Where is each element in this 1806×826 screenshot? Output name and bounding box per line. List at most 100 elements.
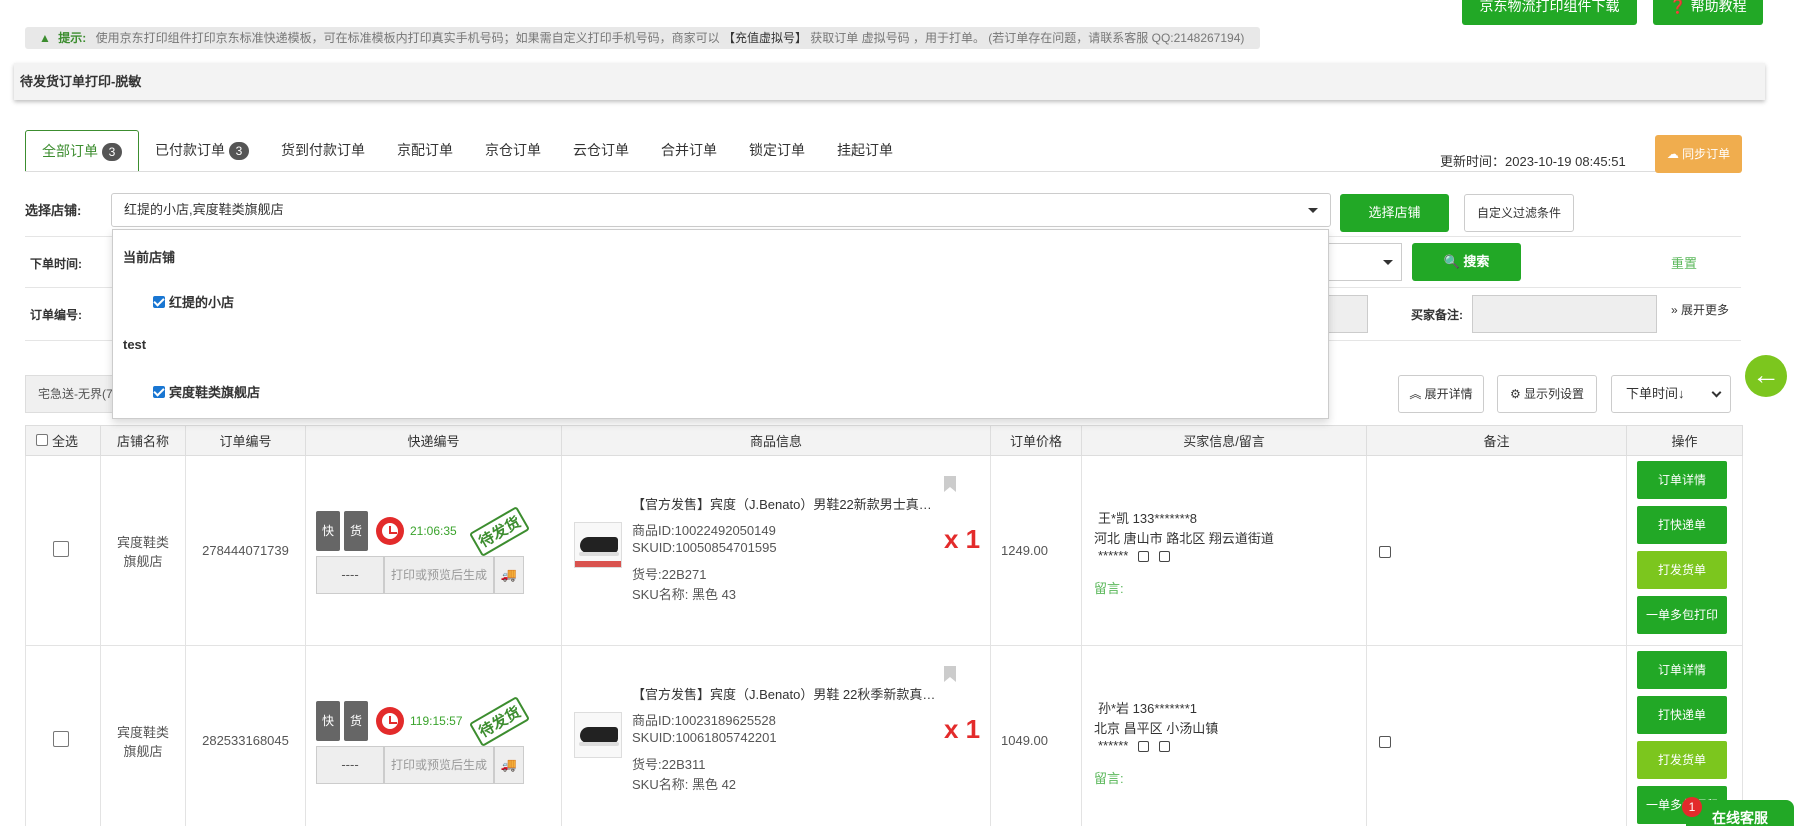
buyer-masked: ****** (1098, 548, 1170, 563)
remark-cell (1366, 455, 1627, 646)
print-shipping-button[interactable]: 打发货单 (1637, 551, 1727, 589)
express-tag: 快 (316, 701, 340, 741)
buyer-remark-input[interactable] (1472, 295, 1657, 333)
tracking-dash-field[interactable]: ---- (316, 746, 384, 784)
tab-all-orders[interactable]: 全部订单 3 (25, 130, 139, 172)
checkbox-checked-icon[interactable] (153, 385, 165, 398)
tracking-dash-field[interactable]: ---- (316, 556, 384, 594)
orders-table: 全选 店铺名称 订单编号 快递编号 商品信息 订单价格 买家信息/留言 备注 操… (25, 425, 1743, 826)
product-title[interactable]: 【官方发售】宾度（J.Benato）男鞋22新款男士真皮皮鞋 (632, 494, 942, 513)
alarm-clock-icon (376, 517, 404, 545)
header-order-price: 订单价格 (990, 425, 1082, 456)
express-filter-select[interactable]: 宅急送-无界(7 (25, 375, 125, 413)
goods-tag: 货 (344, 701, 368, 741)
edit-remark-icon[interactable] (1379, 546, 1391, 558)
buyer-address: 北京 昌平区 小汤山镇 (1094, 721, 1219, 736)
truck-icon[interactable]: 🚚 (494, 556, 524, 594)
question-circle-icon: ❓ (1669, 0, 1687, 14)
sync-orders-label: 同步订单 (1682, 147, 1731, 161)
pending-shipment-stamp: 待发货 (468, 696, 531, 747)
header-select-all[interactable]: 全选 (25, 425, 101, 456)
search-icon: 🔍 (1443, 254, 1460, 269)
order-detail-button[interactable]: 订单详情 (1637, 651, 1727, 689)
product-thumbnail[interactable] (574, 712, 622, 758)
sku-id: SKUID:10050854701595 (632, 540, 777, 555)
reset-link[interactable]: 重置 (1671, 253, 1697, 272)
sort-select-value: 下单时间↓ (1626, 386, 1685, 401)
count-badge: 3 (102, 143, 122, 161)
masked-text: ****** (1098, 738, 1129, 753)
header-buyer-info: 买家信息/留言 (1081, 425, 1367, 456)
select-all-checkbox[interactable] (36, 434, 48, 446)
bookmark-icon[interactable] (944, 476, 956, 492)
tab-cloud-warehouse-orders[interactable]: 云仓订单 (557, 130, 645, 172)
dropdown-option-bindu-shop[interactable]: 宾度鞋类旗舰店 (153, 382, 260, 401)
tip-bar: ▲ 提示: 使用京东打印组件打印京东标准快递模板，可在标准模板内打印真实手机号码… (25, 27, 1260, 49)
custom-filter-button[interactable]: 自定义过滤条件 (1464, 194, 1574, 232)
order-detail-button[interactable]: 订单详情 (1637, 461, 1727, 499)
edit-icon[interactable] (1137, 741, 1149, 753)
pending-shipment-stamp: 待发货 (468, 506, 531, 557)
cloud-download-icon: ☁ (1666, 147, 1679, 161)
online-service-button[interactable]: 在线客服 (1686, 800, 1794, 826)
tracking-cell: 快 货 21:06:35 待发货 ---- 打印或预览后生成 🚚 (305, 455, 562, 646)
help-tutorial-label: 帮助教程 (1690, 0, 1747, 14)
help-tutorial-button[interactable]: ❓ 帮助教程 (1653, 0, 1763, 25)
print-express-button[interactable]: 打快递单 (1637, 506, 1727, 544)
back-arrow-icon[interactable]: ← (1745, 355, 1787, 397)
expand-details-button[interactable]: ︽ 展开详情 (1398, 375, 1484, 413)
print-express-button[interactable]: 打快递单 (1637, 696, 1727, 734)
buyer-message-label: 留言: (1094, 771, 1124, 786)
goods-tag: 货 (344, 511, 368, 551)
update-time: 更新时间：2023-10-19 08:45:51 (1440, 154, 1626, 169)
copy-icon[interactable] (1158, 741, 1170, 753)
caret-down-icon (1308, 208, 1318, 213)
tab-merged-orders[interactable]: 合并订单 (645, 130, 733, 172)
row-select-cell (25, 645, 101, 826)
jd-component-download-button[interactable]: 京东物流打印组件下载 (1462, 0, 1637, 25)
tab-label: 已付款订单 (155, 142, 225, 158)
header-order-no: 订单编号 (185, 425, 306, 456)
product-title[interactable]: 【官方发售】宾度（J.Benato）男鞋 22秋季新款真皮休闲鞋 (632, 684, 942, 703)
tab-locked-orders[interactable]: 锁定订单 (733, 130, 821, 172)
dropdown-group-test: test (123, 337, 147, 352)
dropdown-option-hongti-shop[interactable]: 红提的小店 (153, 292, 234, 311)
print-shipping-button[interactable]: 打发货单 (1637, 741, 1727, 779)
tracking-no-field[interactable]: 打印或预览后生成 (384, 556, 494, 594)
multi-package-print-button[interactable]: 一单多包打印 (1637, 596, 1727, 634)
option-label: 宾度鞋类旗舰店 (169, 385, 261, 400)
bookmark-icon[interactable] (944, 666, 956, 682)
sort-select[interactable]: 下单时间↓ (1611, 375, 1731, 413)
truck-icon[interactable]: 🚚 (494, 746, 524, 784)
product-thumbnail[interactable] (574, 522, 622, 568)
checkbox-checked-icon[interactable] (153, 295, 165, 308)
tab-paid-orders[interactable]: 已付款订单 3 (139, 130, 265, 172)
shop-select[interactable]: 红提的小店,宾度鞋类旗舰店 (111, 193, 1331, 227)
copy-icon[interactable] (1158, 551, 1170, 563)
choose-shop-button[interactable]: 选择店铺 (1340, 194, 1449, 232)
double-chevron-down-icon: » (1671, 303, 1678, 317)
quantity: x 1 (944, 714, 981, 744)
tracking-no-field[interactable]: 打印或预览后生成 (384, 746, 494, 784)
option-label: 红提的小店 (169, 295, 235, 310)
countdown-timer: 21:06:35 (410, 524, 457, 538)
quantity: x 1 (944, 524, 981, 554)
header-shop-name: 店铺名称 (100, 425, 186, 456)
tab-cod-orders[interactable]: 货到付款订单 (265, 130, 381, 172)
expand-more-link[interactable]: » 展开更多 (1671, 301, 1729, 318)
sku-name: SKU名称: 黑色 43 (632, 587, 737, 602)
tab-jd-delivery-orders[interactable]: 京配订单 (381, 130, 469, 172)
edit-icon[interactable] (1137, 551, 1149, 563)
row-checkbox[interactable] (53, 731, 69, 747)
price-cell: 1049.00 (990, 645, 1082, 826)
row-checkbox[interactable] (53, 541, 69, 557)
sync-orders-button[interactable]: ☁ 同步订单 (1655, 135, 1742, 173)
edit-remark-icon[interactable] (1379, 736, 1391, 748)
buyer-message-label: 留言: (1094, 581, 1124, 596)
tab-jd-warehouse-orders[interactable]: 京仓订单 (469, 130, 557, 172)
tab-suspended-orders[interactable]: 挂起订单 (821, 130, 909, 172)
shop-select-value: 红提的小店,宾度鞋类旗舰店 (124, 202, 284, 217)
tip-highlight-link[interactable]: 【充值虚拟号】 (723, 31, 807, 45)
column-settings-button[interactable]: ⚙ 显示列设置 (1497, 375, 1597, 413)
search-button[interactable]: 🔍 搜索 (1412, 243, 1521, 281)
